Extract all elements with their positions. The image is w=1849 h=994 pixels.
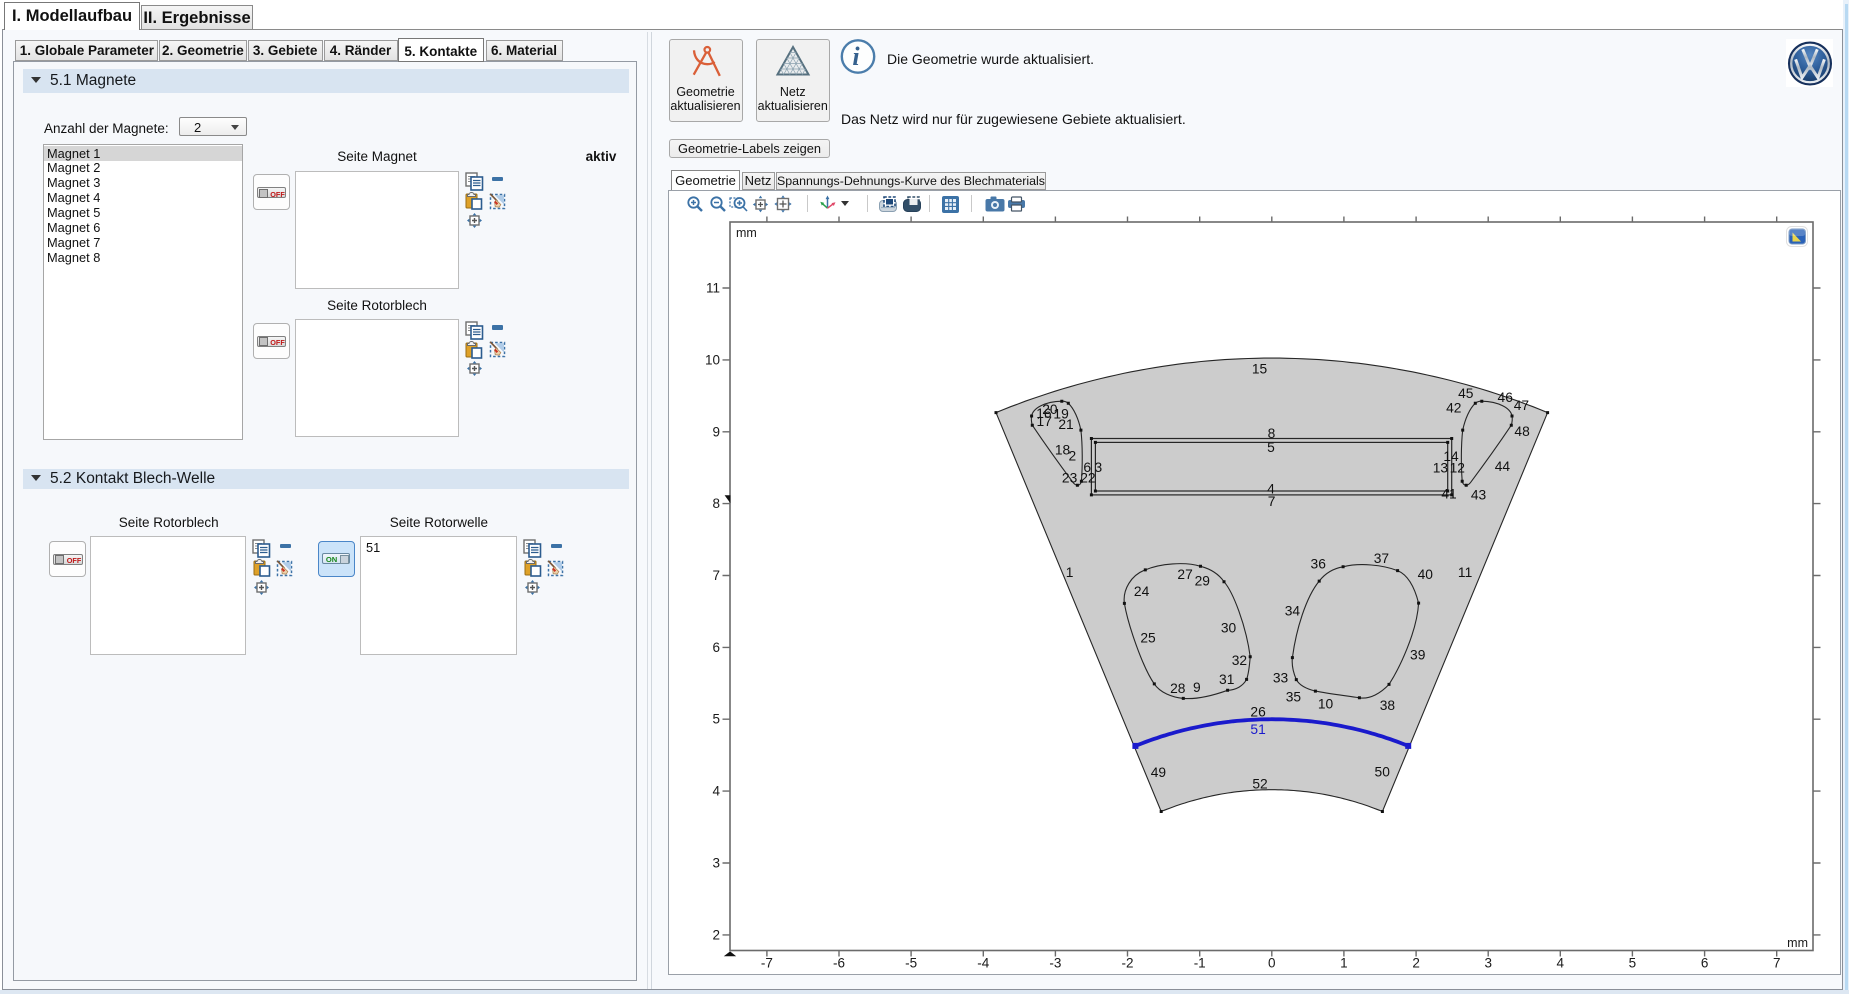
svg-text:9: 9	[1193, 680, 1201, 695]
svg-text:23: 23	[1062, 471, 1078, 486]
svg-text:40: 40	[1418, 567, 1434, 582]
svg-text:52: 52	[1252, 777, 1267, 792]
svg-text:-1: -1	[1194, 956, 1206, 971]
svg-text:38: 38	[1380, 698, 1396, 713]
svg-text:50: 50	[1375, 764, 1391, 779]
svg-text:41: 41	[1441, 487, 1456, 502]
svg-text:24: 24	[1134, 584, 1150, 599]
svg-text:29: 29	[1195, 573, 1211, 588]
svg-text:1: 1	[1066, 565, 1074, 580]
svg-text:5: 5	[712, 712, 720, 727]
svg-text:49: 49	[1151, 765, 1167, 780]
svg-text:15: 15	[1252, 361, 1268, 376]
svg-text:39: 39	[1410, 647, 1426, 662]
svg-text:37: 37	[1374, 551, 1389, 566]
svg-text:4: 4	[712, 784, 720, 799]
svg-text:43: 43	[1471, 487, 1487, 502]
svg-text:36: 36	[1311, 557, 1327, 572]
svg-text:3: 3	[1095, 460, 1103, 475]
svg-text:-4: -4	[977, 956, 989, 971]
svg-text:0: 0	[1268, 956, 1276, 971]
svg-text:11: 11	[1458, 565, 1472, 580]
svg-text:17: 17	[1037, 414, 1052, 429]
svg-text:22: 22	[1080, 471, 1095, 486]
svg-text:mm: mm	[736, 226, 757, 240]
svg-text:10: 10	[705, 352, 720, 367]
svg-text:7: 7	[712, 568, 720, 583]
svg-text:8: 8	[1268, 426, 1276, 441]
svg-text:5: 5	[1267, 440, 1275, 455]
svg-text:44: 44	[1495, 459, 1511, 474]
svg-text:i: i	[852, 42, 860, 71]
svg-text:27: 27	[1177, 567, 1192, 582]
svg-text:-3: -3	[1049, 956, 1061, 971]
svg-text:28: 28	[1170, 681, 1186, 696]
svg-text:26: 26	[1250, 705, 1266, 720]
svg-text:-5: -5	[905, 956, 917, 971]
svg-text:7: 7	[1268, 494, 1276, 509]
svg-text:33: 33	[1273, 671, 1289, 686]
svg-text:6: 6	[1701, 956, 1709, 971]
svg-text:13: 13	[1433, 461, 1449, 476]
svg-text:mm: mm	[1787, 936, 1808, 950]
svg-text:11: 11	[706, 281, 720, 296]
svg-text:45: 45	[1458, 386, 1474, 401]
svg-text:31: 31	[1219, 672, 1234, 687]
svg-text:48: 48	[1514, 424, 1530, 439]
svg-text:3: 3	[1484, 956, 1492, 971]
svg-text:4: 4	[1557, 956, 1565, 971]
svg-text:21: 21	[1058, 417, 1073, 432]
svg-text:30: 30	[1221, 620, 1237, 635]
svg-text:42: 42	[1446, 401, 1461, 416]
svg-text:-7: -7	[761, 956, 773, 971]
svg-text:6: 6	[712, 640, 720, 655]
svg-text:8: 8	[712, 496, 720, 511]
svg-text:46: 46	[1498, 390, 1514, 405]
svg-text:5: 5	[1629, 956, 1637, 971]
svg-text:2: 2	[1069, 449, 1077, 464]
svg-text:25: 25	[1140, 630, 1156, 645]
svg-text:34: 34	[1285, 603, 1301, 618]
svg-text:7: 7	[1773, 956, 1781, 971]
svg-text:9: 9	[712, 424, 720, 439]
svg-text:3: 3	[712, 856, 720, 871]
svg-text:10: 10	[1318, 697, 1334, 712]
svg-text:35: 35	[1286, 690, 1302, 705]
svg-text:32: 32	[1232, 653, 1247, 668]
svg-text:2: 2	[1412, 956, 1420, 971]
svg-text:12: 12	[1450, 461, 1465, 476]
svg-text:-6: -6	[833, 956, 845, 971]
svg-text:1: 1	[1340, 956, 1348, 971]
svg-text:-2: -2	[1121, 956, 1133, 971]
svg-text:51: 51	[1250, 722, 1265, 737]
svg-text:47: 47	[1514, 398, 1529, 413]
svg-text:2: 2	[712, 927, 720, 942]
